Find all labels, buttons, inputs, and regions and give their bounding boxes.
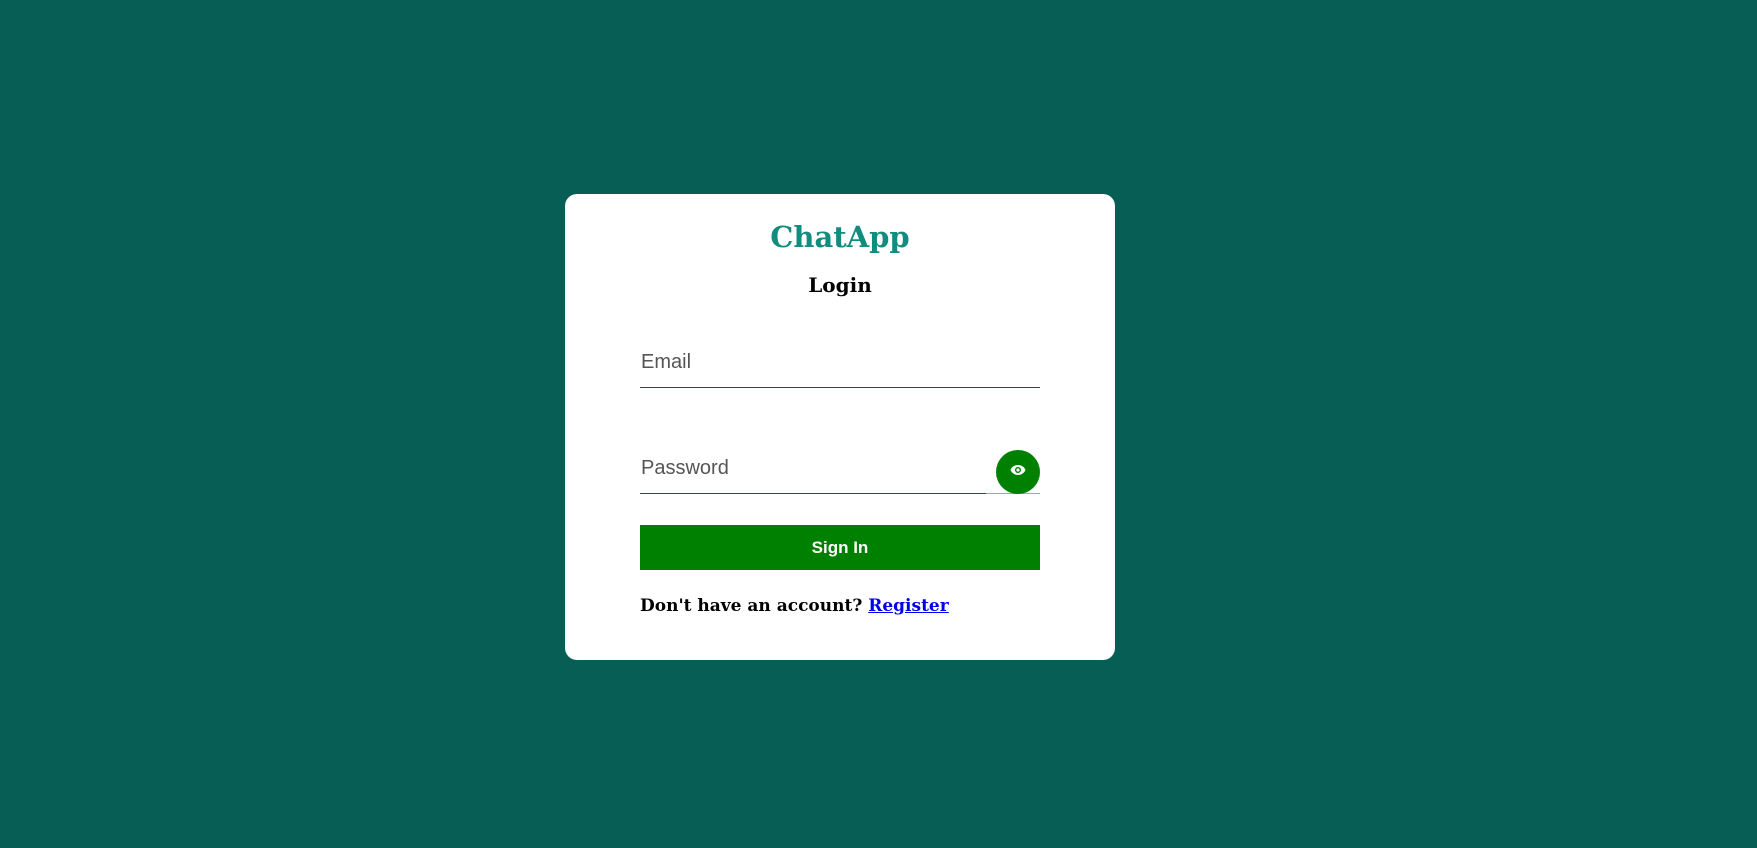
page-title: Login xyxy=(808,273,872,297)
toggle-password-visibility-button[interactable] xyxy=(996,450,1040,494)
register-prompt: Don't have an account? Register xyxy=(640,596,949,616)
email-field-wrapper xyxy=(640,344,1040,388)
password-input[interactable] xyxy=(640,450,986,494)
eye-icon xyxy=(1010,463,1026,481)
password-field-wrapper xyxy=(640,450,1040,494)
email-input[interactable] xyxy=(640,344,1040,388)
app-brand: ChatApp xyxy=(770,220,910,254)
sign-in-button[interactable]: Sign In xyxy=(640,525,1040,570)
register-link[interactable]: Register xyxy=(868,596,948,616)
register-prompt-text: Don't have an account? xyxy=(640,596,863,616)
login-card: ChatApp Login Sign In Don't have an acco… xyxy=(565,194,1115,660)
